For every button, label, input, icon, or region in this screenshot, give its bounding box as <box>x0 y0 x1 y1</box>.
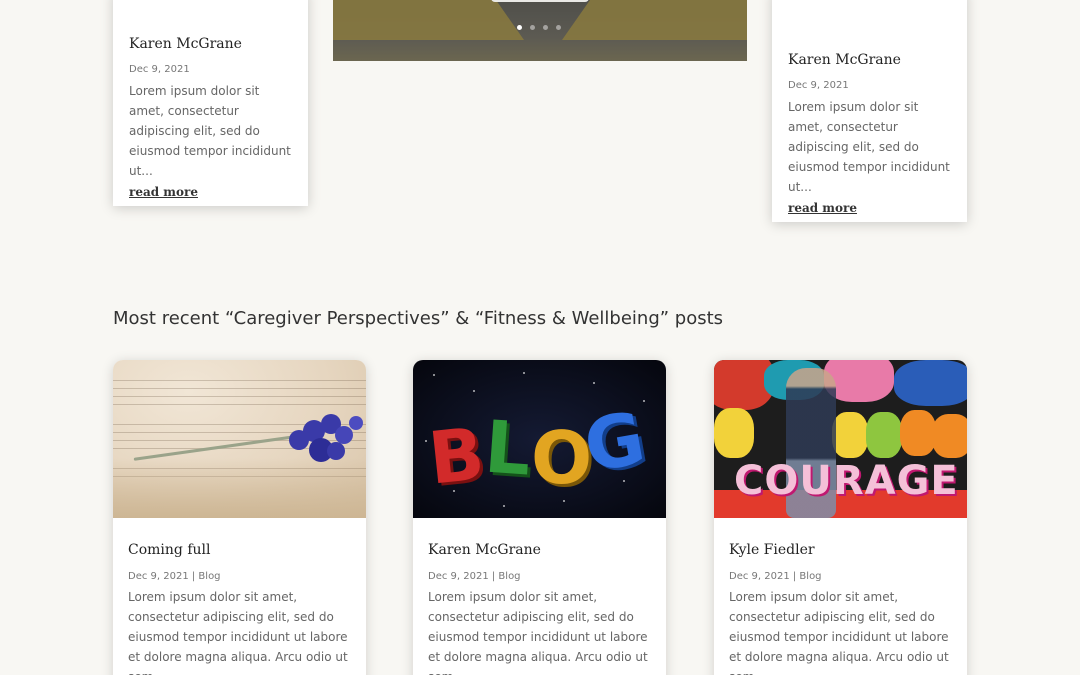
blog-letter-l: L <box>482 404 534 492</box>
post-title[interactable]: Karen McGrane <box>788 52 951 68</box>
post-title[interactable]: Kyle Fiedler <box>729 542 952 558</box>
post-excerpt: Lorem ipsum dolor sit amet, consectetur … <box>129 84 291 178</box>
post-title[interactable]: Karen McGrane <box>428 542 651 558</box>
courage-graffiti-text: COURAGE <box>734 458 959 504</box>
section-heading: Most recent “Caregiver Perspectives” & “… <box>113 308 724 329</box>
slider-button[interactable] <box>491 0 589 2</box>
slider-image-decoration <box>333 0 525 40</box>
post-excerpt: Lorem ipsum dolor sit amet, consectetur … <box>788 100 950 194</box>
slider-dot-3[interactable] <box>543 25 548 30</box>
post-excerpt: Lorem ipsum dolor sit amet, consectetur … <box>428 590 648 675</box>
post-date: Dec 9, 2021 <box>788 80 849 91</box>
courage-graffiti-image[interactable]: COURAGE <box>714 360 967 518</box>
post-meta: Dec 9, 2021 | Blog <box>729 571 822 582</box>
post-meta: Dec 9, 2021 | Blog <box>128 571 221 582</box>
slider-pagination <box>517 25 561 30</box>
read-more-link[interactable]: read more <box>788 201 857 215</box>
post-excerpt: Lorem ipsum dolor sit amet, consectetur … <box>729 590 949 675</box>
slider-dot-2[interactable] <box>530 25 535 30</box>
slider-image-decoration <box>561 0 747 40</box>
top-post-card-right: Karen McGrane Dec 9, 2021 Lorem ipsum do… <box>772 0 967 222</box>
post-card[interactable]: B L O G Karen McGrane Dec 9, 2021 | Blog… <box>413 360 666 675</box>
post-card[interactable]: Coming full Dec 9, 2021 | Blog Lorem ips… <box>113 360 366 675</box>
post-title[interactable]: Karen McGrane <box>129 36 292 52</box>
hero-slider <box>333 0 747 61</box>
slider-dot-1[interactable] <box>517 25 522 30</box>
sheet-music-flower-image[interactable] <box>113 360 366 518</box>
post-title[interactable]: Coming full <box>128 542 351 558</box>
post-excerpt: Lorem ipsum dolor sit amet, consectetur … <box>128 590 348 675</box>
top-post-card-left: Karen McGrane Dec 9, 2021 Lorem ipsum do… <box>113 0 308 206</box>
post-date: Dec 9, 2021 <box>129 64 190 75</box>
blog-letter-g: G <box>578 395 651 489</box>
post-meta: Dec 9, 2021 | Blog <box>428 571 521 582</box>
post-card[interactable]: COURAGE Kyle Fiedler Dec 9, 2021 | Blog … <box>714 360 967 675</box>
slider-dot-4[interactable] <box>556 25 561 30</box>
read-more-link[interactable]: read more <box>129 185 198 199</box>
blog-letter-b: B <box>424 411 489 501</box>
blog-letters-image[interactable]: B L O G <box>413 360 666 518</box>
